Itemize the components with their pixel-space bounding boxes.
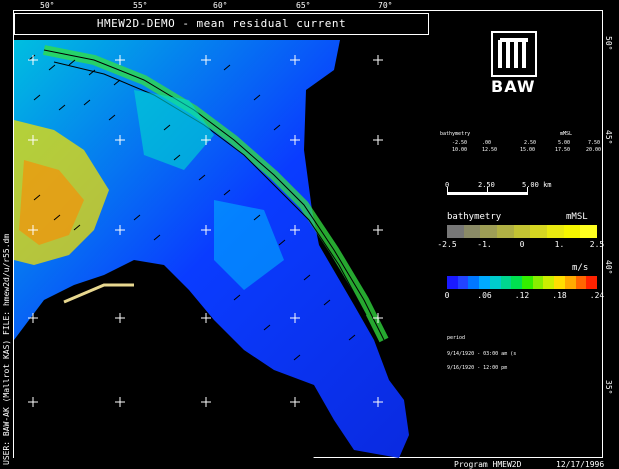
bathy-table-value: 7.50	[588, 140, 601, 146]
period-label: period	[447, 335, 466, 341]
bathy-table-value: 12.50	[482, 147, 498, 153]
map-figure: 50° 55° 60° 65° 70° 50° 45° 40° 35° USER…	[0, 0, 619, 469]
speed-color-swatch	[554, 276, 565, 289]
footer-date: 12/17/1996	[556, 460, 605, 469]
lon-tick: 65°	[296, 1, 311, 10]
bathy-table-value: -2.50	[452, 140, 468, 146]
lon-tick: 70°	[378, 1, 393, 10]
speed-color-swatch	[457, 276, 469, 289]
scale-bar-tick	[447, 187, 448, 195]
speed-color-swatch	[564, 276, 576, 289]
lat-tick: 50°	[604, 36, 613, 51]
lat-tick: 40°	[604, 260, 613, 275]
lon-tick: 55°	[133, 1, 148, 10]
period-from: 9/14/1920 - 03:00 am (s	[447, 351, 517, 357]
bathy-table-value: 20.00	[586, 147, 602, 153]
lon-tick: 60°	[213, 1, 228, 10]
legend-tick-label: .12	[514, 291, 530, 300]
bathy-table-value: 10.00	[452, 147, 468, 153]
legend-tick-label: 0	[444, 291, 450, 300]
bathy-table-value: 17.50	[555, 147, 571, 153]
bathy-table-value: 15.00	[520, 147, 536, 153]
bathy-table-value: 2.50	[524, 140, 537, 146]
legend-tick-label: .18	[552, 291, 567, 300]
speed-color-swatch	[532, 276, 544, 289]
lon-tick: 50°	[40, 1, 55, 10]
bathy-color-swatch	[447, 225, 464, 238]
bathy-colorbar	[447, 225, 598, 238]
legend-tick-label: .06	[477, 291, 492, 300]
period-to: 9/16/1920 - 12:00 pm	[447, 365, 508, 371]
speed-color-swatch	[522, 276, 533, 289]
legend-tick-label: -2.5	[437, 240, 457, 249]
speed-color-swatch	[479, 276, 490, 289]
bathy-color-swatch	[547, 225, 564, 238]
bathy-color-swatch	[563, 225, 581, 238]
current-map	[14, 40, 409, 458]
scale-bar-tick	[527, 187, 528, 195]
speed-colorbar	[447, 276, 598, 289]
speed-color-swatch	[447, 276, 458, 289]
speed-color-swatch	[489, 276, 501, 289]
user-file-label: USER: BAW-AK (Mallrot KAS) FILE: hmew2d/…	[2, 233, 11, 465]
bathy-legend-unit: mMSL	[566, 212, 588, 222]
bathy-table-value: 5.00	[558, 140, 571, 146]
map-title: HMEW2D-DEMO - mean residual current	[96, 17, 347, 30]
legend-tick-label: 1.	[554, 240, 565, 249]
speed-color-swatch	[511, 276, 523, 289]
speed-color-swatch	[586, 276, 598, 289]
speed-color-swatch	[468, 276, 480, 289]
bathy-color-swatch	[497, 225, 514, 238]
bathy-table-value: .00	[482, 140, 492, 146]
bathy-table-header: bathymetry	[440, 131, 471, 137]
footer-program: Program HMEW2D	[454, 460, 522, 469]
speed-color-swatch	[575, 276, 587, 289]
bathy-legend-title: bathymetry	[447, 212, 502, 222]
legend-tick-label: -1.	[477, 240, 492, 249]
bathy-color-swatch	[480, 225, 498, 238]
lat-tick: 35°	[604, 380, 613, 395]
legend-tick-label: 2.5	[589, 240, 605, 249]
title-box: HMEW2D-DEMO - mean residual current	[14, 13, 429, 35]
lat-tick: 45°	[604, 130, 613, 145]
bathy-color-swatch	[513, 225, 531, 238]
legend-tick-label: .24	[589, 291, 605, 300]
speed-legend-unit: m/s	[572, 263, 589, 273]
logo-text: BAW	[491, 77, 536, 96]
speed-color-swatch	[543, 276, 555, 289]
scale-bar-tick	[487, 187, 488, 195]
bathy-table-unit: mMSL	[560, 131, 573, 137]
legend-tick-label: 0	[519, 240, 525, 249]
speed-color-swatch	[500, 276, 512, 289]
bathy-color-swatch	[580, 225, 598, 238]
bathy-color-swatch	[463, 225, 481, 238]
bathy-color-swatch	[530, 225, 548, 238]
